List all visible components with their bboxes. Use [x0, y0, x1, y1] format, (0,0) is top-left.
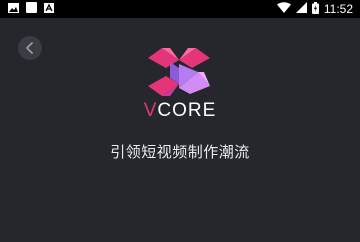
- slogan-text: 引领短视频制作潮流: [110, 143, 250, 161]
- signal-icon: [295, 2, 307, 16]
- brand-first-letter: V: [143, 100, 158, 121]
- wifi-icon: [276, 2, 291, 16]
- square-icon: [26, 2, 37, 16]
- image-icon: [8, 2, 19, 16]
- back-button[interactable]: [18, 36, 42, 60]
- brand-name: VCORE: [0, 100, 360, 122]
- chevron-left-icon: [25, 39, 35, 58]
- brand-rest: CORE: [157, 100, 217, 121]
- vcore-logo: [146, 46, 212, 98]
- app-a-icon: [44, 2, 54, 16]
- battery-icon: [311, 1, 319, 17]
- status-time: 11:52: [323, 2, 353, 16]
- status-bar: 11:52: [0, 0, 360, 18]
